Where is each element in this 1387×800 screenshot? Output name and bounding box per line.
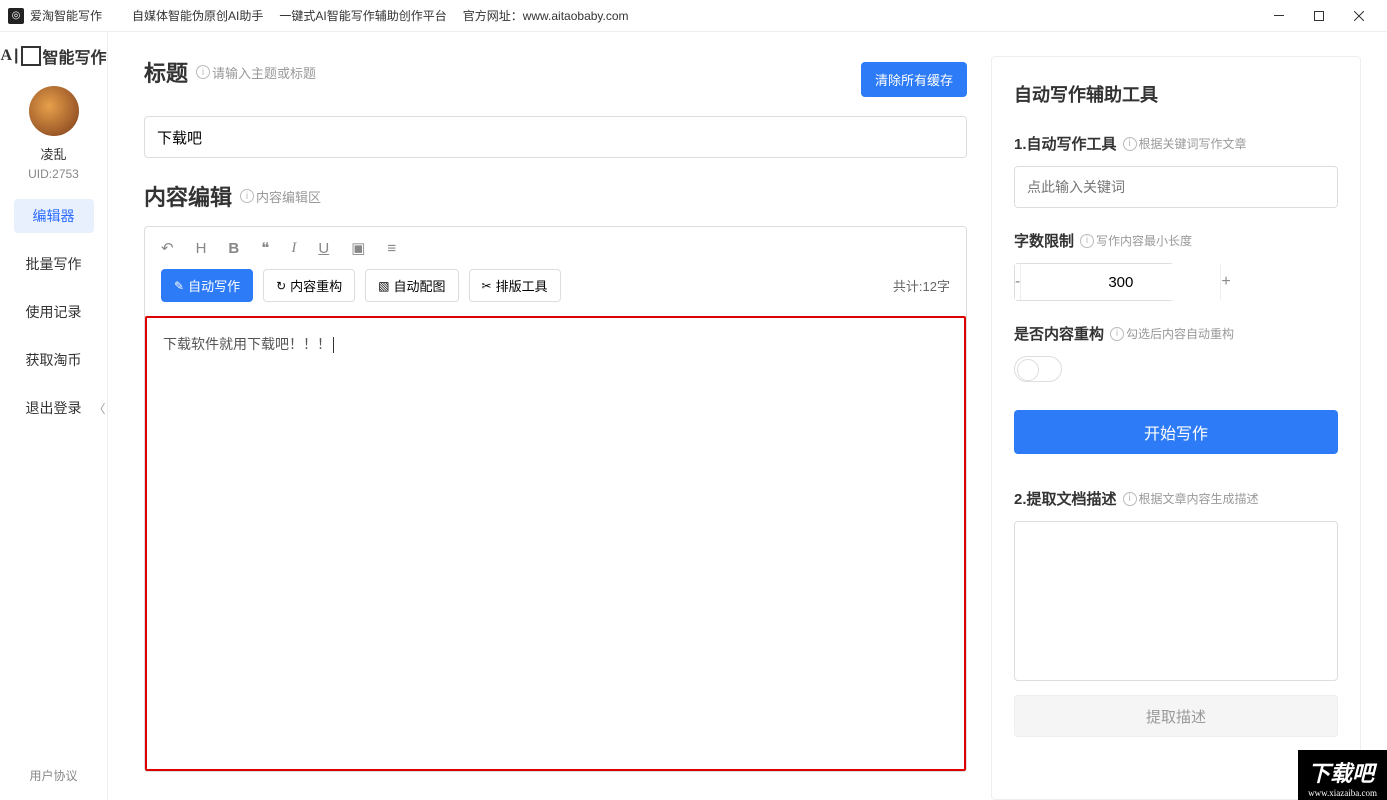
restructure-toggle-title: 是否内容重构 i勾选后内容自动重构 bbox=[1014, 323, 1338, 344]
tagline-1: 自媒体智能伪原创AI助手 bbox=[132, 7, 263, 24]
align-icon[interactable]: ≡ bbox=[387, 240, 396, 257]
extract-desc-title: 2.提取文档描述 i根据文章内容生成描述 bbox=[1014, 488, 1338, 509]
nav-history[interactable]: 使用记录 bbox=[14, 295, 94, 329]
description-box[interactable] bbox=[1014, 521, 1338, 681]
restructure-toggle[interactable] bbox=[1014, 356, 1062, 382]
start-writing-button[interactable]: 开始写作 bbox=[1014, 410, 1338, 454]
nav-batch[interactable]: 批量写作 bbox=[14, 247, 94, 281]
bold-icon[interactable]: B bbox=[228, 240, 239, 257]
titlebar: ◎ 爱淘智能写作 自媒体智能伪原创AI助手 一键式AI智能写作辅助创作平台 官方… bbox=[0, 0, 1387, 32]
format-toolbar: ↶ H B ❝ I U ▣ ≡ bbox=[145, 227, 966, 269]
logo: A|智能写作 bbox=[0, 44, 106, 68]
word-count: 共计:12字 bbox=[893, 276, 950, 295]
image-icon[interactable]: ▣ bbox=[351, 239, 365, 257]
tagline-2: 一键式AI智能写作辅助创作平台 bbox=[279, 7, 446, 24]
info-icon: i bbox=[1110, 327, 1124, 341]
close-button[interactable] bbox=[1339, 0, 1379, 32]
extract-desc-button[interactable]: 提取描述 bbox=[1014, 695, 1338, 737]
title-section-header: 标题 i请输入主题或标题 bbox=[144, 56, 316, 88]
minimize-button[interactable] bbox=[1259, 0, 1299, 32]
editor-panel: 标题 i请输入主题或标题 清除所有缓存 内容编辑 i内容编辑区 ↶ H B ❝ … bbox=[144, 56, 967, 800]
editor-text: 下载软件就用下载吧！！！ bbox=[163, 336, 334, 352]
undo-icon[interactable]: ↶ bbox=[161, 239, 174, 257]
keyword-input[interactable] bbox=[1014, 166, 1338, 208]
uid: UID:2753 bbox=[28, 167, 79, 181]
nav-editor[interactable]: 编辑器 bbox=[14, 199, 94, 233]
sidebar: A|智能写作 凌乱 UID:2753 编辑器 批量写作 使用记录 获取淘币 退出… bbox=[0, 32, 108, 800]
quote-icon[interactable]: ❝ bbox=[261, 239, 269, 257]
info-icon: i bbox=[1080, 234, 1094, 248]
official-site: 官方网址：www.aitaobaby.com bbox=[463, 7, 629, 24]
editor-box: ↶ H B ❝ I U ▣ ≡ ✎自动写作 ↻内容重构 ▧自动配图 ✂排版工具 … bbox=[144, 226, 967, 772]
layout-tool-button[interactable]: ✂排版工具 bbox=[469, 269, 561, 302]
picture-icon: ▧ bbox=[378, 279, 389, 293]
content-textarea[interactable]: 下载软件就用下载吧！！！ bbox=[145, 316, 966, 771]
right-panel-title: 自动写作辅助工具 bbox=[1014, 81, 1338, 107]
info-icon: i bbox=[196, 65, 210, 79]
avatar[interactable] bbox=[29, 86, 79, 136]
restructure-button[interactable]: ↻内容重构 bbox=[263, 269, 355, 302]
tool-icon: ✂ bbox=[482, 279, 492, 293]
clear-cache-button[interactable]: 清除所有缓存 bbox=[861, 62, 967, 97]
pencil-icon: ✎ bbox=[174, 279, 184, 293]
action-toolbar: ✎自动写作 ↻内容重构 ▧自动配图 ✂排版工具 共计:12字 bbox=[145, 269, 966, 316]
nav-logout[interactable]: 退出登录〈 bbox=[14, 391, 94, 425]
auto-image-button[interactable]: ▧自动配图 bbox=[365, 269, 458, 302]
watermark: 下载吧 www.xiazaiba.com bbox=[1298, 750, 1387, 800]
italic-icon[interactable]: I bbox=[291, 240, 296, 257]
refresh-icon: ↻ bbox=[276, 279, 286, 293]
username: 凌乱 bbox=[40, 144, 66, 163]
nav-coins[interactable]: 获取淘币 bbox=[14, 343, 94, 377]
heading-icon[interactable]: H bbox=[196, 240, 207, 257]
word-limit-title: 字数限制 i写作内容最小长度 bbox=[1014, 230, 1338, 251]
title-input[interactable] bbox=[144, 116, 967, 158]
auto-write-tool-title: 1.自动写作工具 i根据关键词写作文章 bbox=[1014, 133, 1338, 154]
user-agreement-link[interactable]: 用户协议 bbox=[29, 767, 77, 800]
underline-icon[interactable]: U bbox=[318, 240, 329, 257]
app-icon: ◎ bbox=[8, 8, 24, 24]
info-icon: i bbox=[240, 189, 254, 203]
word-limit-value[interactable] bbox=[1020, 264, 1221, 300]
maximize-button[interactable] bbox=[1299, 0, 1339, 32]
content-section-header: 内容编辑 i内容编辑区 bbox=[144, 180, 967, 212]
app-name: 爱淘智能写作 bbox=[30, 7, 102, 24]
stepper-increase[interactable]: + bbox=[1221, 264, 1230, 300]
auto-write-button[interactable]: ✎自动写作 bbox=[161, 269, 253, 302]
info-icon: i bbox=[1123, 137, 1137, 151]
word-limit-stepper: - + bbox=[1014, 263, 1174, 301]
right-panel: 自动写作辅助工具 1.自动写作工具 i根据关键词写作文章 字数限制 i写作内容最… bbox=[991, 56, 1361, 800]
info-icon: i bbox=[1123, 492, 1137, 506]
chevron-left-icon: 〈 bbox=[93, 400, 105, 417]
